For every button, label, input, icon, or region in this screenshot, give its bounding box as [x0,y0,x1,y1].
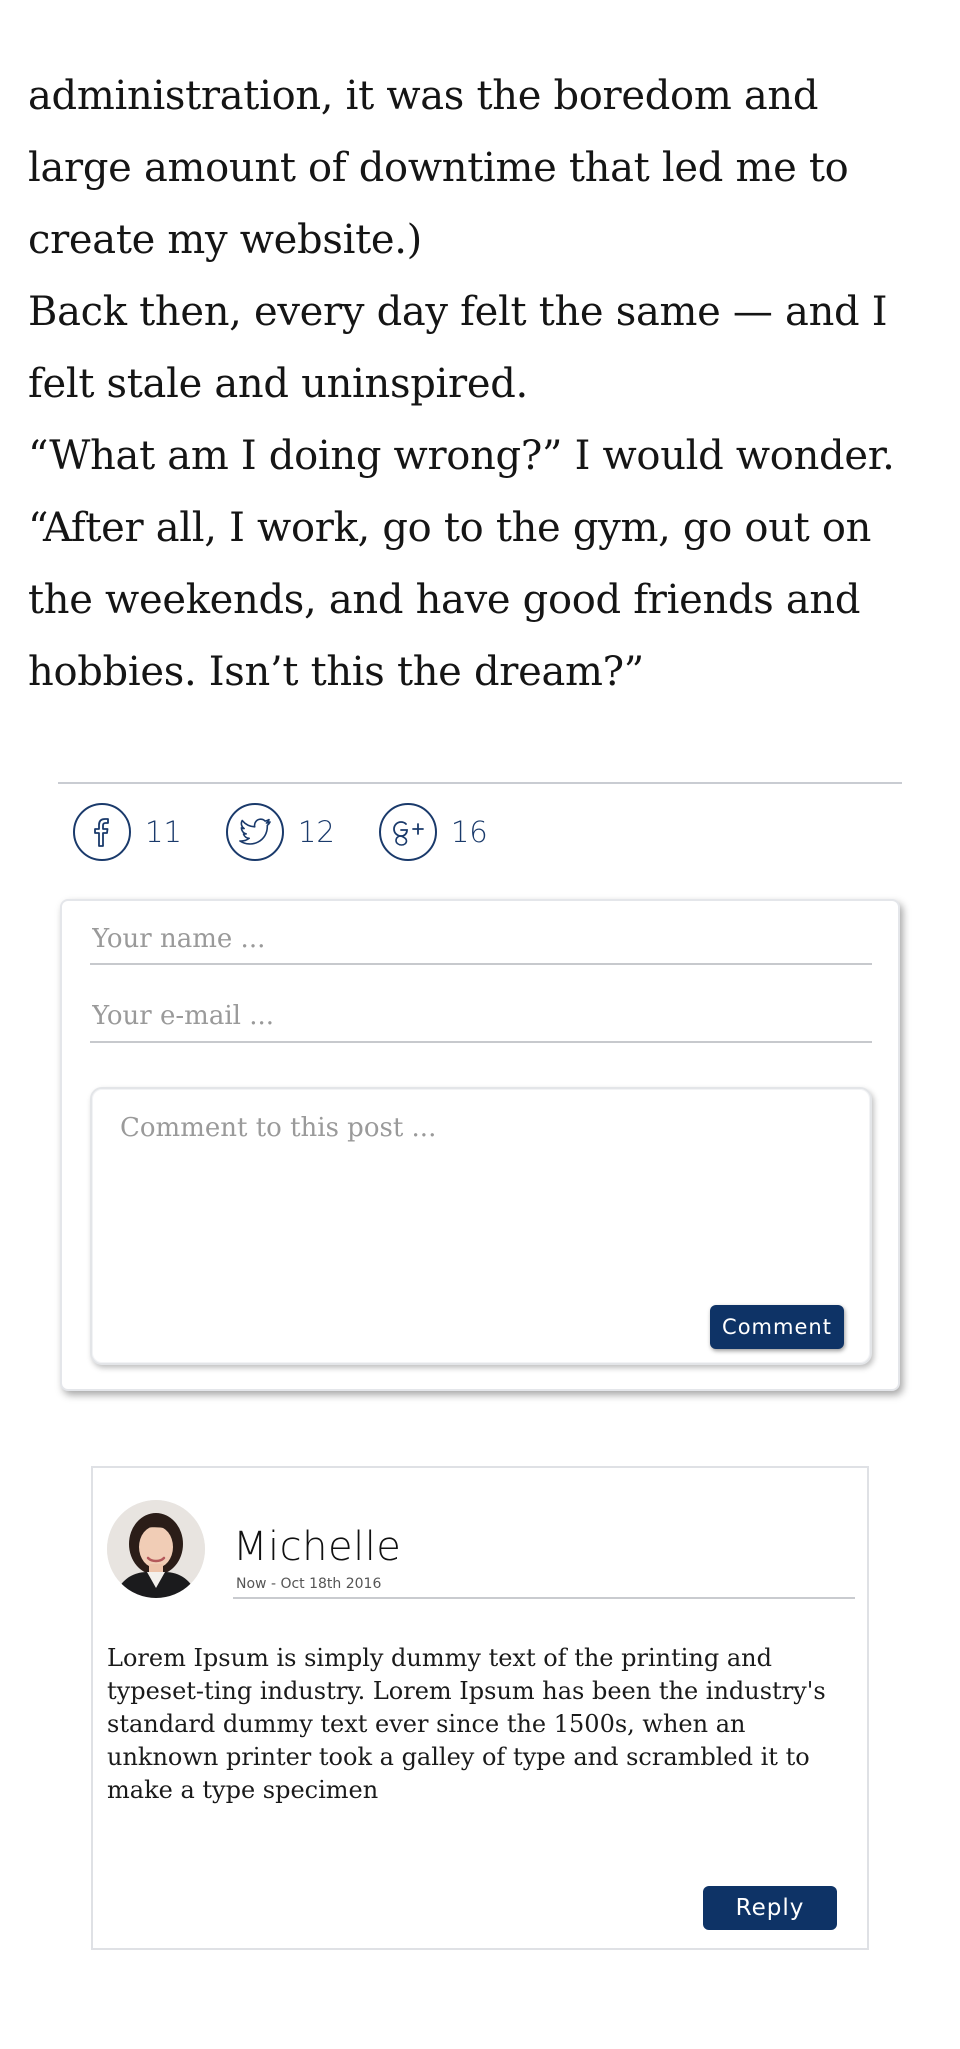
comment-box: Comment [90,1087,872,1365]
article-paragraph: Back then, every day felt the same — and… [28,289,888,407]
twitter-icon [225,803,284,861]
comment-date: Now - Oct 18th 2016 [236,1576,382,1592]
author-divider [233,1597,855,1599]
share-divider [58,782,902,784]
googleplus-share-button[interactable]: 16 [378,803,488,861]
twitter-share-button[interactable]: 12 [225,803,335,861]
comment-text: Lorem Ipsum is simply dummy text of the … [107,1644,826,1804]
share-bar: 11 12 16 [73,800,532,864]
twitter-count: 12 [297,815,335,849]
comment-textarea[interactable] [118,1111,842,1275]
reply-button[interactable]: Reply [703,1886,837,1930]
googleplus-count: 16 [450,815,488,849]
avatar [107,1500,205,1598]
article-body: administration, it was the boredom and l… [28,60,928,708]
article-paragraph: administration, it was the boredom and l… [28,73,849,263]
googleplus-icon [378,803,437,861]
email-field[interactable] [90,997,872,1043]
comment-form: Comment [60,899,900,1391]
comment-author: Michelle [233,1524,402,1570]
comment-submit-button[interactable]: Comment [710,1305,844,1349]
name-field[interactable] [90,921,872,965]
comment-card: Michelle Now - Oct 18th 2016 Lorem Ipsum… [91,1466,869,1950]
facebook-count: 11 [145,815,182,849]
facebook-icon [73,803,131,861]
article-paragraph: “What am I doing wrong?” I would wonder.… [28,433,895,695]
facebook-share-button[interactable]: 11 [73,803,182,861]
